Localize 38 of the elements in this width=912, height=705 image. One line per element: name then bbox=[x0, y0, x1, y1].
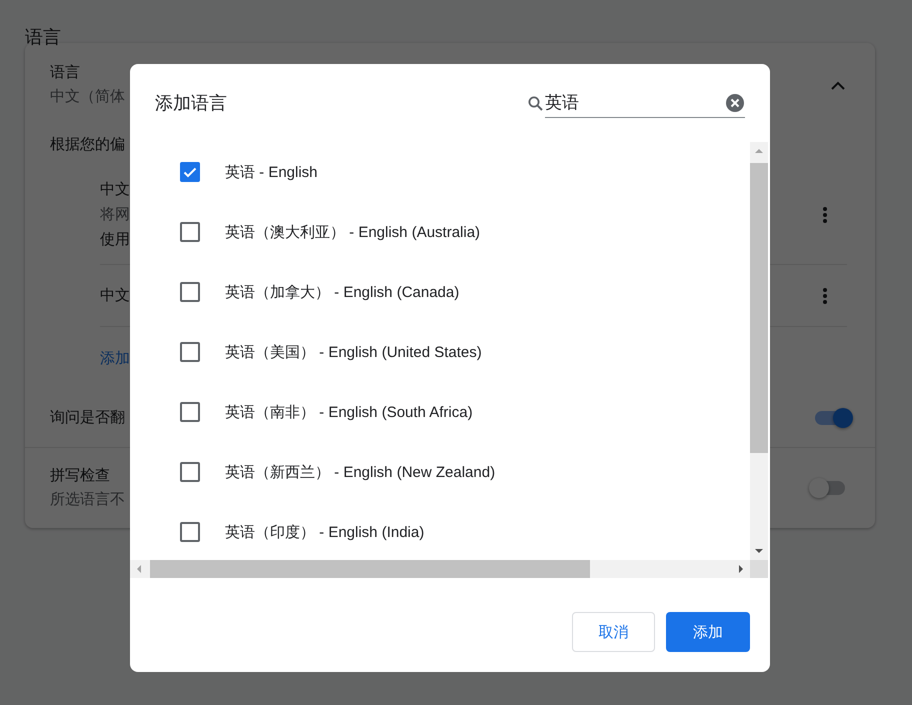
more-icon[interactable] bbox=[823, 206, 827, 222]
language-text: 中文 bbox=[100, 286, 130, 306]
dialog-title: 添加语言 bbox=[155, 92, 228, 115]
checkbox[interactable] bbox=[180, 342, 200, 362]
clear-icon[interactable] bbox=[726, 94, 744, 112]
language-option[interactable]: 英语 - English bbox=[225, 162, 318, 182]
check-icon bbox=[183, 166, 197, 178]
cancel-button[interactable]: 取消 bbox=[572, 612, 655, 652]
horizontal-scrollbar[interactable] bbox=[130, 560, 750, 578]
language-text: 使用 bbox=[100, 230, 130, 250]
spellcheck-subtitle: 所选语言不 bbox=[50, 490, 125, 510]
language-option[interactable]: 英语（新西兰） - English (New Zealand) bbox=[225, 462, 496, 482]
preference-label: 根据您的偏 bbox=[50, 135, 125, 155]
search-icon bbox=[528, 96, 543, 110]
page-title: 语言 bbox=[24, 26, 62, 43]
language-option[interactable]: 英语（加拿大） - English (Canada) bbox=[225, 282, 460, 302]
checkbox[interactable] bbox=[180, 282, 200, 302]
checkbox[interactable] bbox=[180, 222, 200, 242]
vertical-scrollbar[interactable] bbox=[750, 142, 768, 560]
language-text: 中文 bbox=[100, 180, 130, 200]
language-text: 将网 bbox=[100, 205, 130, 225]
translate-label: 询问是否翻 bbox=[50, 408, 125, 428]
language-option[interactable]: 英语（南非） - English (South Africa) bbox=[225, 402, 473, 422]
checkbox[interactable] bbox=[180, 402, 200, 422]
more-icon[interactable] bbox=[823, 288, 827, 304]
checkbox[interactable] bbox=[180, 462, 200, 482]
add-button[interactable]: 添加 bbox=[666, 612, 750, 652]
language-option[interactable]: 英语（美国） - English (United States) bbox=[225, 342, 482, 362]
section-title: 语言 bbox=[50, 63, 81, 83]
checkbox[interactable] bbox=[180, 162, 200, 182]
scrollbar-corner bbox=[750, 560, 768, 578]
language-option[interactable]: 英语（澳大利亚） - English (Australia) bbox=[225, 222, 480, 242]
spellcheck-title: 拼写检查 bbox=[50, 466, 111, 486]
section-subtitle: 中文（简体 bbox=[50, 87, 125, 107]
toggle-switch[interactable] bbox=[811, 481, 845, 495]
chevron-icon[interactable] bbox=[831, 80, 845, 90]
checkbox[interactable] bbox=[180, 522, 200, 542]
language-option[interactable]: 英语（印度） - English (India) bbox=[225, 522, 424, 542]
